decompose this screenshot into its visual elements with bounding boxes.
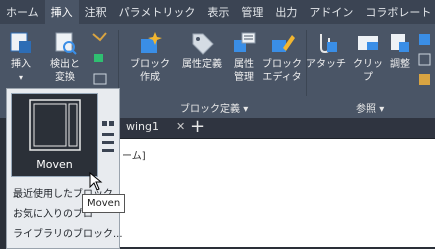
block-create-label-2: 作成 bbox=[140, 72, 160, 83]
detect-block-icon bbox=[55, 32, 77, 55]
viewport-label[interactable]: ーム] bbox=[122, 147, 146, 162]
gallery-view-icons[interactable] bbox=[100, 119, 116, 161]
detect-convert-button[interactable]: 検出と 変換 bbox=[48, 30, 82, 84]
close-icon[interactable]: ✕ bbox=[176, 120, 185, 133]
paperclip-icon bbox=[320, 34, 337, 54]
tab-annotate[interactable]: 注釈 bbox=[79, 0, 113, 24]
clip-button[interactable]: クリップ bbox=[350, 30, 386, 84]
attribute-define-label: 属性定義 bbox=[182, 59, 222, 70]
attach-button[interactable]: アタッチ bbox=[306, 30, 346, 71]
tab-view[interactable]: 表示 bbox=[201, 0, 235, 24]
favorite-blocks-item[interactable]: お気に入りのブロ bbox=[13, 205, 93, 220]
insert-label: 挿入 bbox=[11, 59, 31, 70]
chevron-down-icon: ▾ bbox=[379, 104, 385, 115]
tag-icon bbox=[192, 33, 214, 55]
clip-icon bbox=[358, 36, 378, 50]
block-editor-label-2: エディタ bbox=[262, 72, 302, 83]
ribbon-tab-bar: ホーム 挿入 注釈 パラメトリック 表示 管理 出力 アドイン コラボレート bbox=[0, 0, 435, 24]
block-editor-button[interactable]: ブロック エディタ bbox=[262, 30, 302, 84]
attribute-manage-label-1: 属性 bbox=[234, 59, 254, 70]
new-tab-button[interactable]: + bbox=[190, 116, 205, 137]
attribute-manage-label-2: 管理 bbox=[234, 72, 254, 83]
block-caption: Moven bbox=[36, 158, 73, 171]
block-gallery-item[interactable]: Moven bbox=[11, 93, 98, 177]
adjust-icon bbox=[391, 34, 409, 52]
block-create-label-1: ブロック bbox=[130, 59, 170, 70]
clip-label: クリップ bbox=[353, 59, 383, 83]
tab-insert[interactable]: 挿入 bbox=[44, 0, 79, 24]
reference-tools-icons[interactable] bbox=[416, 30, 434, 90]
block-create-button[interactable]: ブロック 作成 bbox=[130, 30, 170, 84]
attribute-define-button[interactable]: 属性定義 bbox=[178, 30, 226, 71]
microwave-block-thumbnail bbox=[29, 99, 81, 151]
drawing-canvas[interactable]: ーム] bbox=[118, 139, 435, 247]
detect-label-1: 検出と bbox=[50, 59, 80, 70]
block-define-panel-label[interactable]: ブロック定義 ▾ bbox=[180, 100, 248, 115]
block-editor-label-1: ブロック bbox=[262, 59, 302, 70]
insert-block-dropdown: Moven 最近使用したブロック... お気に入りのブロ ライブラリのブロック.… bbox=[6, 88, 123, 249]
tab-collaborate[interactable]: コラボレート bbox=[359, 0, 435, 24]
tab-addin[interactable]: アドイン bbox=[303, 0, 359, 24]
adjust-button[interactable]: 調整 bbox=[388, 30, 412, 71]
reference-panel-label[interactable]: 参照 ▾ bbox=[356, 100, 384, 115]
block-tools-icons[interactable] bbox=[90, 30, 110, 90]
attribute-manage-icon bbox=[234, 32, 256, 52]
tooltip: Moven bbox=[82, 194, 126, 213]
grid-view-icon bbox=[102, 121, 114, 152]
tab-home[interactable]: ホーム bbox=[0, 0, 45, 24]
insert-block-button[interactable]: 挿入 ▾ bbox=[6, 30, 36, 84]
tab-parametric[interactable]: パラメトリック bbox=[113, 0, 202, 24]
attribute-manage-button[interactable]: 属性 管理 bbox=[230, 30, 258, 84]
chevron-down-icon: ▾ bbox=[243, 104, 249, 115]
detect-label-2: 変換 bbox=[55, 72, 75, 83]
mouse-cursor-icon bbox=[89, 172, 103, 191]
document-tab-bar: wing1 ✕ + bbox=[118, 116, 435, 139]
insert-block-icon bbox=[10, 32, 31, 53]
attach-label: アタッチ bbox=[306, 59, 346, 70]
tab-output[interactable]: 出力 bbox=[269, 0, 303, 24]
separator bbox=[118, 30, 119, 96]
block-editor-icon bbox=[272, 35, 295, 52]
document-tab[interactable]: wing1 bbox=[126, 120, 159, 133]
adjust-label: 調整 bbox=[390, 59, 410, 70]
block-create-icon bbox=[141, 32, 162, 53]
chevron-down-icon: ▾ bbox=[18, 73, 23, 82]
library-blocks-item[interactable]: ライブラリのブロック... bbox=[13, 225, 123, 240]
tab-manage[interactable]: 管理 bbox=[235, 0, 269, 24]
